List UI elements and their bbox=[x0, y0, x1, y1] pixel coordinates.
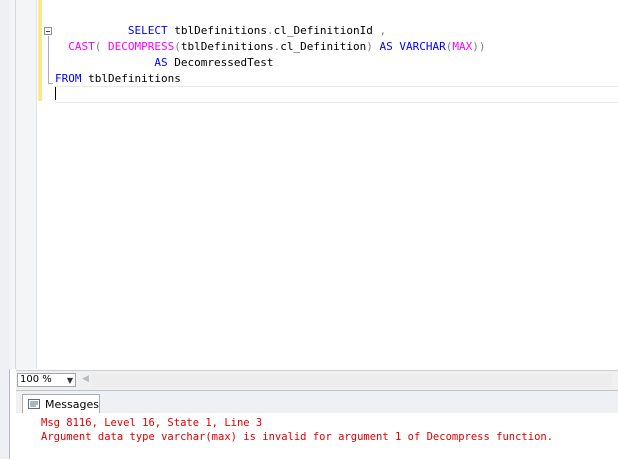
code-token: DecomressedTest bbox=[167, 56, 274, 69]
code-token: tblDefinitions bbox=[180, 40, 274, 53]
code-token: tblDefinitions bbox=[81, 72, 181, 85]
outline-line bbox=[48, 36, 49, 83]
message-line: Argument data type varchar(max) is inval… bbox=[41, 431, 554, 443]
code-token: FROM bbox=[55, 72, 82, 85]
code-line[interactable]: AS DecomressedTest bbox=[55, 55, 486, 71]
code-token: . bbox=[266, 24, 274, 37]
zoom-select[interactable]: 100 % ▼ bbox=[17, 373, 76, 387]
tab-messages[interactable]: Messages bbox=[22, 394, 100, 413]
code-line[interactable]: FROM tblDefinitions bbox=[55, 71, 486, 87]
code-token: AS bbox=[379, 40, 393, 53]
chevron-down-icon: ▼ bbox=[66, 376, 73, 385]
code-token: cl_Definition bbox=[280, 40, 367, 53]
sql-code[interactable]: SELECT tblDefinitions.cl_DefinitionId , … bbox=[55, 23, 486, 87]
code-token: ( bbox=[94, 40, 108, 53]
code-token: ( bbox=[174, 40, 181, 53]
current-line-highlight bbox=[54, 86, 618, 103]
results-pane: Messages Msg 8116, Level 16, State 1, Li… bbox=[16, 390, 618, 460]
code-token: DECOMPRESS bbox=[108, 40, 175, 53]
editor-gutter bbox=[16, 0, 37, 369]
code-token: tblDefinitions bbox=[167, 24, 267, 37]
tab-messages-label: Messages bbox=[45, 398, 99, 411]
collapse-toggle-icon[interactable] bbox=[44, 27, 52, 35]
outline-foot bbox=[48, 83, 53, 84]
code-token: AS bbox=[154, 56, 168, 69]
code-token: CAST bbox=[68, 40, 95, 53]
message-line: Msg 8116, Level 16, State 1, Line 3 bbox=[41, 417, 263, 429]
code-token: ) bbox=[366, 40, 380, 53]
code-line[interactable]: CAST( DECOMPRESS(tblDefinitions.cl_Defin… bbox=[55, 39, 486, 55]
editor-status-bar: 100 % ▼ ◀ bbox=[16, 370, 618, 390]
horizontal-scrollbar[interactable] bbox=[92, 374, 612, 387]
code-token: VARCHAR bbox=[399, 40, 446, 53]
code-token: cl_DefinitionId bbox=[273, 24, 380, 37]
editor-margin-strip bbox=[9, 0, 16, 369]
messages-icon bbox=[28, 399, 40, 409]
code-line[interactable]: SELECT tblDefinitions.cl_DefinitionId , bbox=[55, 23, 486, 39]
change-marker-bar bbox=[38, 0, 42, 101]
scroll-left-arrow-icon[interactable]: ◀ bbox=[82, 374, 90, 386]
code-token: SELECT bbox=[127, 24, 168, 37]
code-token: , bbox=[379, 24, 387, 37]
zoom-value: 100 % bbox=[20, 374, 52, 385]
code-token: MAX bbox=[452, 40, 473, 53]
text-caret bbox=[55, 87, 56, 100]
results-tab-strip: Messages bbox=[16, 391, 618, 413]
code-token: )) bbox=[472, 40, 486, 53]
